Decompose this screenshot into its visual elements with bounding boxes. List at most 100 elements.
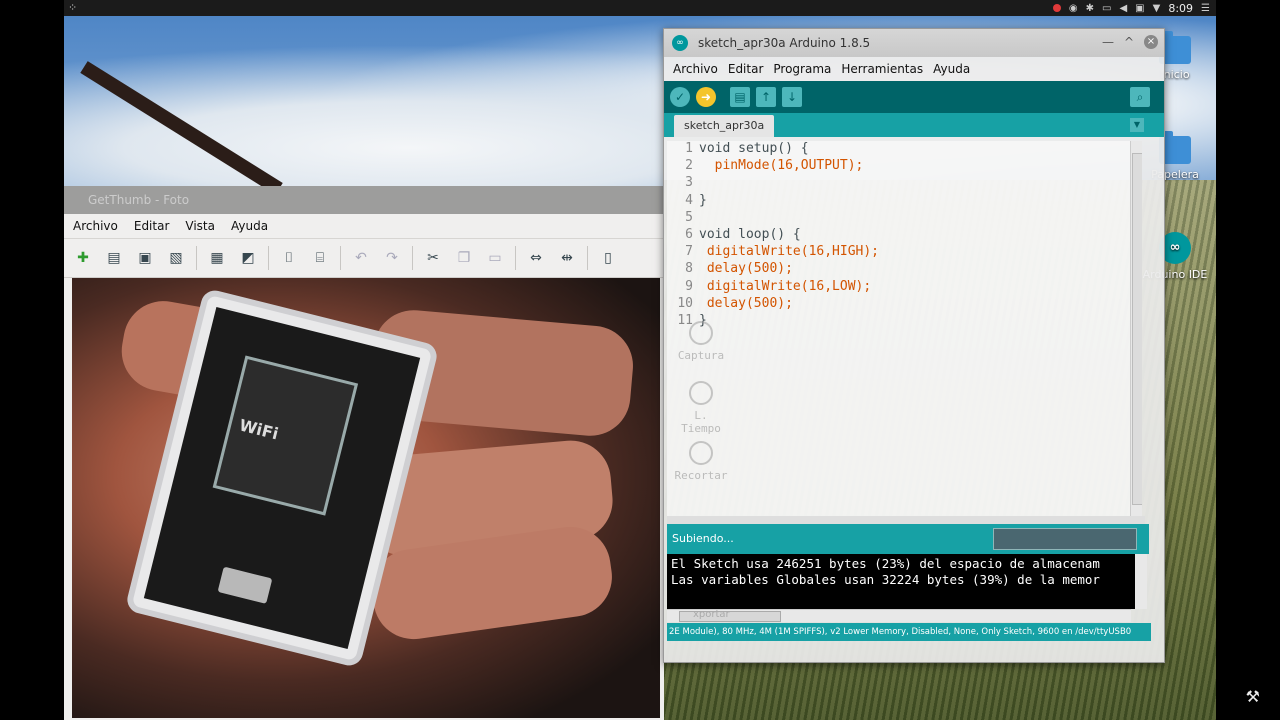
line-number: 4	[685, 192, 693, 208]
arduino-toolbar: ✓ ➜ ▤ ↑ ↓ ⌕	[664, 81, 1164, 113]
code-line: 2 pinMode(16,OUTPUT);	[667, 158, 1142, 175]
system-topbar: ⁘ ◉ ✱ ▭ ◀ ▣ ▼ 8:09 ☰	[64, 0, 1216, 16]
code-line: 5	[667, 210, 1142, 227]
paste-icon[interactable]: ▭	[484, 247, 506, 269]
resize-icon[interactable]: ⌸	[309, 247, 331, 269]
code-line: 1 void setup() {	[667, 141, 1142, 158]
tools-icon[interactable]: ⚒	[1246, 687, 1260, 706]
line-number: 9	[685, 278, 693, 294]
network-icon[interactable]: ◉	[1069, 3, 1078, 14]
power-menu-icon[interactable]: ☰	[1201, 3, 1210, 14]
undo-icon[interactable]: ↶	[350, 247, 372, 269]
code-line: 10 delay(500);	[667, 296, 1142, 313]
scrollbar-thumb[interactable]	[1132, 153, 1142, 505]
console-hscrollbar[interactable]: xportar	[667, 609, 1131, 622]
photo-nodemcu-board: WiFi	[72, 278, 660, 718]
open-sketch-icon[interactable]: ↑	[756, 87, 776, 107]
arduino-ide-window: ∞ sketch_apr30a Arduino 1.8.5 — ^ × Arch…	[663, 28, 1165, 663]
save-sketch-icon[interactable]: ↓	[782, 87, 802, 107]
crop-icon[interactable]: ⌷	[278, 247, 300, 269]
tab-menu-icon[interactable]: ▼	[1130, 118, 1144, 132]
code-line: 11}	[667, 313, 1142, 330]
code-text: pinMode(16,OUTPUT);	[699, 158, 864, 174]
upload-progress-bar	[993, 528, 1137, 550]
usb-port	[217, 566, 273, 604]
image-icon[interactable]: ◩	[237, 247, 259, 269]
window-title: sketch_apr30a Arduino 1.8.5	[698, 36, 871, 50]
close-icon[interactable]: ×	[1144, 35, 1158, 49]
notes-icon[interactable]: ▯	[597, 247, 619, 269]
editor-scrollbar[interactable]	[1130, 141, 1142, 516]
menu-archivo[interactable]: Archivo	[673, 62, 718, 76]
wifi-icon[interactable]: ▼	[1153, 3, 1161, 14]
viewer-menubar: Archivo Editar Vista Ayuda	[64, 214, 664, 239]
verify-icon[interactable]: ✓	[670, 87, 690, 107]
new-sketch-icon[interactable]: ▤	[730, 87, 750, 107]
minimize-icon[interactable]: —	[1102, 35, 1114, 49]
status-text: Subiendo...	[672, 532, 734, 545]
lock-icon[interactable]: ▣	[1135, 3, 1144, 14]
code-text: }	[699, 192, 707, 208]
line-number: 6	[685, 226, 693, 242]
ghost-label: xportar	[693, 609, 730, 620]
export-icon[interactable]: ▧	[165, 247, 187, 269]
code-text: void loop() {	[699, 226, 801, 242]
ghost-label: Recortar	[674, 469, 728, 482]
arduino-menubar: Archivo Editar Programa Herramientas Ayu…	[664, 57, 1164, 81]
code-editor[interactable]: 1 void setup() { 2 pinMode(16,OUTPUT); 3 …	[667, 141, 1142, 516]
upload-icon[interactable]: ➜	[696, 87, 716, 107]
display-icon[interactable]: ▭	[1102, 3, 1111, 14]
ghost-button: Recortar	[672, 441, 730, 482]
divider	[268, 246, 269, 270]
ghost-label: Captura	[677, 349, 725, 362]
expand-icon[interactable]: ⇔	[525, 247, 547, 269]
console-scrollbar[interactable]	[1135, 554, 1147, 609]
menu-vista[interactable]: Vista	[185, 219, 215, 233]
menu-ayuda[interactable]: Ayuda	[231, 219, 268, 233]
code-line: 6 void loop() {	[667, 227, 1142, 244]
arduino-titlebar[interactable]: ∞ sketch_apr30a Arduino 1.8.5 — ^ ×	[664, 29, 1164, 57]
crop-icon	[689, 441, 713, 465]
line-number: 10	[677, 295, 693, 311]
code-line: 3	[667, 175, 1142, 192]
sketch-tabs: sketch_apr30a ▼	[664, 113, 1164, 137]
cut-icon[interactable]: ✂	[422, 247, 444, 269]
console-line: El Sketch usa 246251 bytes (23%) del esp…	[671, 556, 1100, 571]
divider	[412, 246, 413, 270]
open-icon[interactable]: ▤	[103, 247, 125, 269]
camera-icon	[689, 321, 713, 345]
image-viewer-window: GetThumb - Foto Archivo Editar Vista Ayu…	[64, 186, 664, 720]
redo-icon[interactable]: ↷	[381, 247, 403, 269]
shrink-icon[interactable]: ⇹	[556, 247, 578, 269]
line-number: 7	[685, 244, 693, 260]
bluetooth-icon[interactable]: ✱	[1086, 3, 1094, 14]
line-number: 1	[685, 141, 693, 156]
line-number: 2	[685, 158, 693, 174]
new-icon[interactable]: ✚	[72, 247, 94, 269]
code-line: 9 digitalWrite(16,LOW);	[667, 279, 1142, 296]
menu-programa[interactable]: Programa	[773, 62, 831, 76]
tab-sketch[interactable]: sketch_apr30a	[674, 115, 775, 137]
maximize-icon[interactable]: ^	[1124, 35, 1134, 49]
pane-divider[interactable]	[667, 516, 1145, 524]
clock[interactable]: 8:09	[1168, 2, 1193, 15]
code-line: 4}	[667, 193, 1142, 210]
menu-ayuda[interactable]: Ayuda	[933, 62, 970, 76]
output-console[interactable]: El Sketch usa 246251 bytes (23%) del esp…	[667, 554, 1137, 609]
code-text: void setup() {	[699, 141, 809, 156]
volume-icon[interactable]: ◀	[1119, 3, 1127, 14]
menu-editar[interactable]: Editar	[728, 62, 764, 76]
copy-icon[interactable]: ❐	[453, 247, 475, 269]
menu-editar[interactable]: Editar	[134, 219, 170, 233]
code-text: delay(500);	[699, 295, 793, 311]
apps-menu-icon[interactable]: ⁘	[68, 1, 77, 14]
serial-monitor-icon[interactable]: ⌕	[1130, 87, 1150, 107]
ghost-button: Captura	[672, 321, 730, 362]
record-icon[interactable]	[1052, 4, 1061, 12]
menu-archivo[interactable]: Archivo	[73, 219, 118, 233]
save-icon[interactable]: ▣	[134, 247, 156, 269]
screenshot-icon[interactable]: ▦	[206, 247, 228, 269]
line-number: 8	[685, 261, 693, 277]
code-text: digitalWrite(16,HIGH);	[699, 244, 880, 260]
menu-herramientas[interactable]: Herramientas	[841, 62, 923, 76]
